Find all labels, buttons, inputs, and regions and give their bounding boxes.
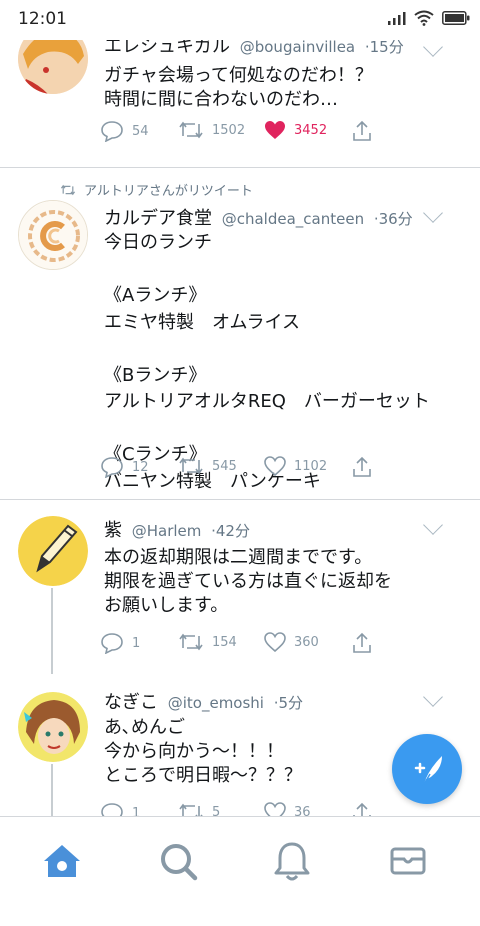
like-count: 36 [294, 804, 311, 817]
retweet-icon [60, 184, 76, 195]
retweet-button[interactable]: 5 [178, 802, 220, 816]
tweet-time: ·15分 [364, 40, 404, 56]
tweet-actions: 54 1502 3452 [100, 120, 400, 144]
like-button[interactable]: 360 [264, 632, 319, 652]
like-button[interactable]: 36 [264, 802, 311, 816]
retweet-icon [179, 121, 203, 139]
chevron-down-icon[interactable] [423, 40, 443, 57]
retweet-button[interactable]: 1502 [178, 120, 245, 140]
tab-home[interactable] [40, 839, 84, 883]
share-icon [353, 632, 371, 653]
share-icon [353, 456, 371, 477]
notifications-icon [274, 842, 310, 881]
tweet[interactable]: 紫 @Harlem ·42分 本の返却期限は二週間までです。 期限を過ぎている方… [0, 500, 480, 676]
share-button[interactable] [352, 632, 372, 654]
heart-icon [264, 456, 286, 476]
chevron-down-icon[interactable] [423, 515, 443, 535]
timeline[interactable]: エレシュキガル @bougainvillea ·15分 ガチャ会場って何処なのだ… [0, 40, 480, 816]
reply-button[interactable]: 12 [100, 456, 149, 478]
reply-button[interactable]: 1 [100, 632, 140, 654]
handle[interactable]: @bougainvillea [240, 40, 355, 56]
retweet-button[interactable]: 545 [178, 456, 237, 476]
share-icon [353, 120, 371, 141]
tweet-actions: 1 154 360 [100, 632, 400, 656]
handle[interactable]: @Harlem [132, 522, 202, 540]
reply-button[interactable]: 54 [100, 120, 149, 142]
handle[interactable]: @ito_emoshi [168, 694, 264, 712]
compose-icon [414, 756, 442, 787]
tweet-time: ·5分 [273, 694, 304, 712]
share-button[interactable] [352, 802, 372, 816]
share-icon [353, 802, 371, 816]
like-button[interactable]: 3452 [264, 120, 327, 140]
like-button[interactable]: 1102 [264, 456, 327, 476]
chevron-down-icon[interactable] [423, 687, 443, 707]
bottom-tab-bar [0, 816, 480, 926]
retweet-icon [179, 633, 203, 651]
reply-icon [101, 121, 123, 142]
tweet[interactable]: アルトリアさんがリツイート カルデア食堂 @chaldea_canteen ·3… [0, 168, 480, 500]
tweet-actions: 12 545 1102 [100, 456, 400, 480]
share-button[interactable] [352, 456, 372, 478]
handle[interactable]: @chaldea_canteen [222, 210, 364, 228]
wifi-icon [414, 10, 434, 26]
tweet-text: あ､めんご 今から向かう～！！！ ところで明日暇～？？？ [104, 717, 302, 786]
retweeted-by[interactable]: アルトリアさんがリツイート [84, 180, 253, 199]
tab-notifications[interactable] [270, 839, 314, 883]
avatar[interactable] [18, 200, 88, 270]
tweet-text: ガチャ会場って何処なのだわ！？ 時間に間に合わないのだわ… [104, 65, 373, 110]
like-count: 3452 [294, 122, 328, 138]
retweet-icon [179, 457, 203, 475]
heart-filled-icon [265, 121, 285, 139]
display-name[interactable]: カルデア食堂 [104, 208, 212, 229]
heart-icon [264, 632, 286, 652]
tweet-actions: 1 5 36 [100, 802, 400, 816]
share-button[interactable] [352, 120, 372, 142]
display-name[interactable]: 紫 [104, 520, 122, 541]
tab-search[interactable] [156, 839, 200, 883]
avatar[interactable] [18, 40, 88, 94]
reply-icon [101, 457, 123, 478]
heart-icon [264, 802, 286, 816]
like-count: 360 [294, 634, 319, 650]
battery-icon [442, 11, 470, 25]
reply-button[interactable]: 1 [100, 802, 140, 816]
display-name[interactable]: なぎこ [104, 692, 158, 713]
retweet-count: 1502 [212, 122, 246, 138]
retweet-icon [179, 803, 203, 816]
retweet-count: 5 [212, 804, 221, 817]
reply-count: 1 [132, 635, 141, 651]
tweet-time: ·42分 [211, 522, 250, 540]
display-name[interactable]: エレシュキガル [104, 40, 230, 57]
like-count: 1102 [294, 458, 328, 474]
retweet-count: 545 [212, 458, 237, 474]
reply-count: 12 [132, 459, 149, 475]
home-icon [44, 845, 80, 877]
retweet-context: アルトリアさんがリツイート [60, 180, 253, 199]
reply-count: 1 [132, 805, 141, 817]
tweet-text: 本の返却期限は二週間までです。 期限を過ぎている方は直ぐに返却を お願いします。 [104, 547, 392, 616]
messages-icon [390, 847, 426, 875]
tab-messages[interactable] [386, 839, 430, 883]
search-icon [161, 844, 198, 881]
signal-icon [388, 12, 406, 25]
retweet-button[interactable]: 154 [178, 632, 237, 652]
reply-icon [101, 633, 123, 654]
reply-count: 54 [132, 123, 149, 139]
retweet-count: 154 [212, 634, 237, 650]
reply-icon [101, 803, 123, 816]
compose-tweet-button[interactable] [392, 734, 462, 804]
status-bar: 12:01 [0, 0, 480, 40]
avatar[interactable] [18, 692, 88, 762]
status-time: 12:01 [18, 9, 67, 29]
chevron-down-icon[interactable] [423, 203, 443, 223]
tweet-time: ·36分 [373, 210, 413, 228]
avatar[interactable] [18, 516, 88, 586]
tweet[interactable]: エレシュキガル @bougainvillea ·15分 ガチャ会場って何処なのだ… [0, 40, 480, 168]
